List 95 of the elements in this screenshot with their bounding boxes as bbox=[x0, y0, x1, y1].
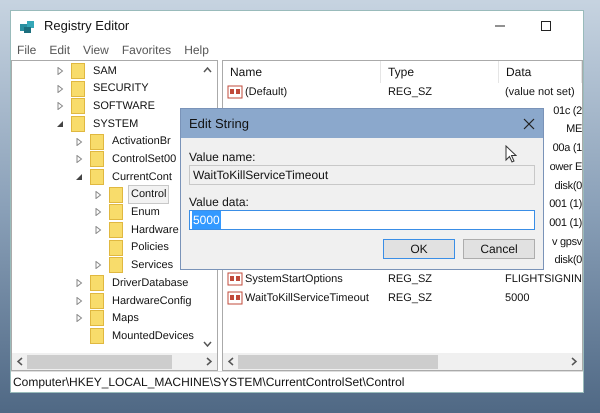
expand-arrow-icon[interactable] bbox=[94, 261, 104, 270]
folder-icon bbox=[109, 240, 123, 256]
tree-item[interactable]: SYSTEM bbox=[90, 114, 142, 134]
tree-item[interactable]: DriverDatabase bbox=[109, 274, 192, 292]
scroll-right-icon[interactable] bbox=[206, 357, 213, 366]
menu-item[interactable]: Favorites bbox=[122, 41, 172, 59]
folder-icon bbox=[71, 62, 85, 79]
folder-icon bbox=[109, 186, 123, 203]
folder-icon bbox=[109, 204, 123, 220]
tree-item[interactable]: Hardware bbox=[128, 220, 182, 240]
tree-item[interactable]: Services bbox=[128, 256, 176, 275]
tree-item[interactable]: Maps bbox=[109, 309, 142, 328]
field-label: Value data: bbox=[189, 194, 249, 208]
expand-arrow-icon[interactable] bbox=[56, 84, 66, 93]
folder-icon bbox=[90, 310, 104, 326]
expand-arrow-icon[interactable] bbox=[94, 208, 104, 216]
folder-icon bbox=[90, 328, 104, 344]
expand-arrow-icon[interactable] bbox=[94, 226, 104, 234]
expand-arrow-icon[interactable] bbox=[56, 102, 66, 110]
maximize-icon bbox=[541, 20, 551, 30]
scrollbar-up-icon[interactable] bbox=[202, 66, 212, 75]
table-cell-text: (Default) bbox=[244, 85, 288, 100]
table-cell-text: 001 (1) bbox=[549, 197, 582, 212]
table-cell-text: v gpsv bbox=[552, 234, 582, 250]
table-cell: REG_SZ bbox=[388, 272, 432, 285]
table-cell-text: disk(0 bbox=[554, 178, 582, 194]
field-label: Value name: bbox=[189, 149, 256, 163]
close-button[interactable] bbox=[521, 116, 537, 132]
menu-item[interactable]: Edit bbox=[49, 41, 70, 59]
tree-item[interactable]: Enum bbox=[128, 203, 163, 222]
folder-icon bbox=[90, 134, 104, 150]
tree-item[interactable]: SOFTWARE bbox=[90, 96, 158, 116]
collapse-arrow-icon[interactable] bbox=[56, 120, 66, 128]
table-cell-text: 001 (1) bbox=[549, 216, 582, 231]
folder-icon bbox=[109, 222, 123, 238]
string-value-icon bbox=[226, 84, 243, 100]
menu-item[interactable]: Help bbox=[184, 41, 209, 59]
status-bar-path: Computer\HKEY_LOCAL_MACHINE\SYSTEM\CurrentControlSet\Control bbox=[13, 374, 404, 391]
menu-item[interactable]: File bbox=[17, 41, 36, 59]
expand-arrow-icon[interactable] bbox=[94, 190, 104, 199]
column-header[interactable]: Data bbox=[498, 61, 582, 83]
expand-arrow-icon[interactable] bbox=[75, 296, 85, 305]
tree-item[interactable]: SECURITY bbox=[90, 79, 152, 98]
horizontal-scrollbar[interactable] bbox=[222, 353, 582, 370]
string-value-icon bbox=[226, 290, 243, 306]
horizontal-scrollbar[interactable] bbox=[12, 353, 217, 370]
table-cell-text: disk(0 bbox=[554, 253, 582, 268]
expand-arrow-icon[interactable] bbox=[75, 155, 85, 164]
tree-item[interactable]: Policies bbox=[128, 238, 172, 257]
scroll-left-icon[interactable] bbox=[226, 357, 234, 366]
menu-item[interactable]: View bbox=[83, 41, 109, 59]
scroll-left-icon[interactable] bbox=[16, 357, 23, 366]
mouse-cursor-icon bbox=[505, 145, 517, 163]
folder-icon bbox=[90, 151, 104, 168]
tree-item[interactable]: HardwareConfig bbox=[109, 292, 194, 310]
table-cell-text: 01c (2 bbox=[553, 104, 582, 119]
tree-item[interactable]: ControlSet00 bbox=[109, 150, 180, 169]
table-cell-text: 00a (1 bbox=[552, 141, 582, 156]
dialog-button[interactable]: OK bbox=[383, 239, 455, 259]
table-cell: REG_SZ bbox=[388, 86, 432, 98]
tree-item[interactable]: ActivationBr bbox=[109, 132, 174, 151]
table-cell-text: 5000 bbox=[504, 290, 530, 306]
tree-item[interactable]: SAM bbox=[90, 62, 120, 80]
folder-icon bbox=[71, 116, 85, 132]
dialog-button[interactable]: Cancel bbox=[463, 239, 535, 259]
collapse-arrow-icon[interactable] bbox=[75, 172, 85, 181]
expand-arrow-icon[interactable] bbox=[56, 66, 66, 75]
folder-icon bbox=[71, 80, 85, 97]
column-header[interactable]: Name bbox=[222, 61, 381, 83]
table-cell-text: ME bbox=[566, 122, 582, 138]
table-cell-text: WaitToKillServiceTimeout bbox=[244, 290, 369, 306]
folder-icon bbox=[90, 168, 104, 185]
table-cell-text: ower E bbox=[550, 160, 582, 175]
expand-arrow-icon[interactable] bbox=[75, 138, 85, 146]
table-cell-text: (value not set) bbox=[504, 85, 575, 100]
table-cell-text: SystemStartOptions bbox=[244, 272, 343, 287]
selected-text: 5000 bbox=[192, 211, 221, 229]
scroll-right-icon[interactable] bbox=[571, 357, 578, 366]
string-value-icon bbox=[226, 271, 243, 288]
tree-item[interactable]: Control bbox=[128, 185, 170, 204]
folder-icon bbox=[71, 98, 85, 114]
table-cell: REG_SZ bbox=[388, 292, 432, 304]
scrollbar-down-icon[interactable] bbox=[202, 339, 212, 348]
folder-icon bbox=[90, 275, 104, 292]
folder-icon bbox=[90, 292, 104, 309]
expand-arrow-icon[interactable] bbox=[75, 314, 85, 322]
input-field[interactable]: WaitToKillServiceTimeout bbox=[189, 165, 535, 185]
expand-arrow-icon[interactable] bbox=[75, 279, 85, 288]
tree-item[interactable]: MountedDevices bbox=[109, 326, 197, 346]
column-header[interactable]: Type bbox=[380, 61, 499, 83]
folder-icon bbox=[109, 257, 123, 274]
window-title: Registry Editor bbox=[44, 16, 130, 35]
tree-item[interactable]: CurrentCont bbox=[109, 168, 175, 186]
table-cell-text: FLIGHTSIGNIN bbox=[504, 272, 582, 287]
dialog-title: Edit String bbox=[189, 114, 249, 133]
